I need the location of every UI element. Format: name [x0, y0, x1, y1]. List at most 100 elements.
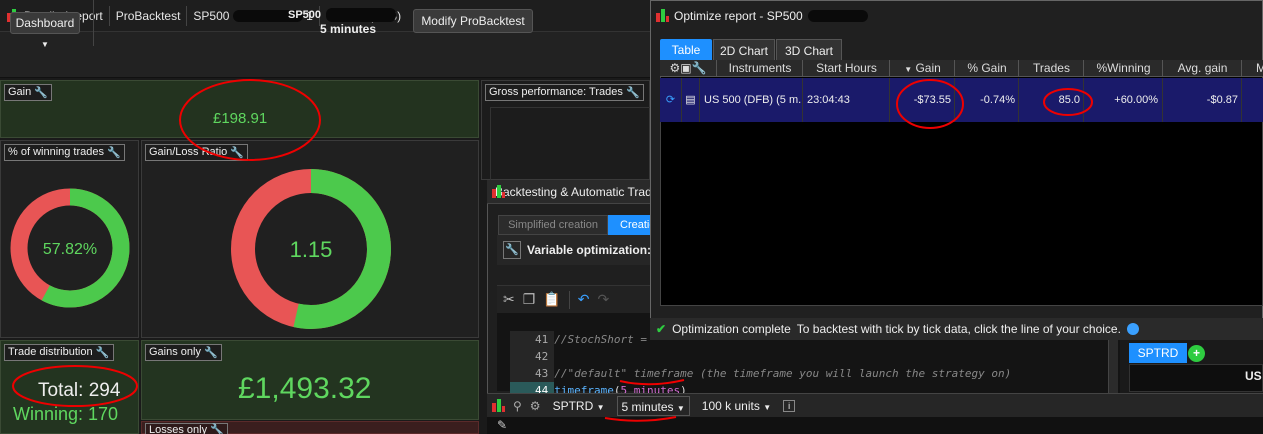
dashboard-label: Dashboard [15, 16, 75, 30]
sptrd-list-tab[interactable]: SPTRD [1129, 343, 1187, 363]
code-line[interactable]: 45 [497, 382, 1097, 392]
chat-bubble-icon[interactable] [1126, 323, 1139, 335]
editor-scrollbar[interactable] [1108, 340, 1118, 393]
status-hint: To backtest with tick by tick data, clic… [796, 322, 1121, 336]
optimize-title: Optimize report - SP500 [674, 9, 803, 23]
cell-gain: -$73.55 [891, 78, 955, 122]
cell-trades: 85.0 [1020, 78, 1084, 122]
gross-label: Gross performance: Trades [489, 86, 623, 98]
export-icon[interactable]: ▣ [680, 61, 691, 75]
col-gain[interactable]: ▼ Gain [891, 60, 955, 77]
col-pct-winning[interactable]: %Winning [1085, 60, 1163, 77]
pencil-icon[interactable]: ✎ [497, 418, 507, 432]
code-line[interactable]: 43//"default" timeframe (the timeframe y… [497, 348, 1097, 382]
losses-only-panel: Losses only 🔧 [141, 421, 479, 434]
settings-icon[interactable]: ⚙ [530, 399, 541, 413]
paste-icon[interactable]: 📋 [543, 291, 560, 308]
timeframe-selector[interactable]: 5 minutes ▼ [616, 395, 690, 416]
run-backtest-icon[interactable]: ⟳ [660, 78, 682, 122]
gain-panel-tag: Gain 🔧 [4, 84, 53, 101]
variable-optimization-label: Variable optimization: [527, 243, 652, 257]
redaction-mark [807, 10, 868, 22]
instrument-text: SPTRD [552, 398, 594, 413]
gains-only-label: Gains only [149, 346, 201, 358]
caret-down-icon: ▼ [41, 40, 49, 49]
distribution-panel-tag: Trade distribution 🔧 [4, 344, 114, 361]
col-pct-gain[interactable]: % Gain [956, 60, 1019, 77]
info-icon[interactable]: i [783, 399, 796, 412]
settings-icon[interactable]: ⚙ [669, 61, 680, 75]
distribution-total: Total: 294 [38, 380, 121, 401]
chart-toolbar: ⚲ ⚙ SPTRD ▼ 5 minutes ▼ 100 k units ▼ i [487, 393, 1263, 417]
prorealtime-logo-icon [491, 398, 505, 413]
checkmark-icon: ✔ [656, 322, 667, 336]
add-icon[interactable]: + [1188, 345, 1205, 362]
caret-down-icon: ▼ [763, 402, 772, 412]
wrench-icon[interactable]: 🔧 [503, 241, 521, 259]
modify-probacktest-button[interactable]: Modify ProBacktest [413, 9, 533, 33]
cell-pct-gain: -0.74% [956, 78, 1019, 122]
header-symbol: SP500 [288, 8, 397, 22]
gains-panel-tag: Gains only 🔧 [145, 344, 222, 361]
optimize-titlebar: Optimize report - SP500 [650, 2, 1263, 30]
wrench-icon[interactable]: 🔧 [626, 86, 640, 100]
gain-value: £198.91 [213, 110, 268, 127]
tab-symbol-text: SP500 [193, 8, 230, 23]
variable-optimization[interactable]: 🔧 Variable optimization: [497, 235, 652, 265]
wrench-icon[interactable]: 🔧 [34, 86, 48, 100]
col-instruments[interactable]: Instruments [718, 60, 803, 77]
watchlist [1129, 364, 1263, 392]
gross-performance-chart [490, 107, 650, 182]
tab-2d-chart[interactable]: 2D Chart [713, 39, 775, 61]
cut-icon[interactable]: ✂ [503, 291, 515, 308]
tab-probacktest[interactable]: ProBacktest [110, 5, 188, 26]
copy-icon[interactable]: ❐ [523, 291, 536, 308]
header-divider [93, 0, 94, 46]
caret-down-icon: ▼ [676, 403, 685, 413]
undo-icon[interactable]: ↶ [578, 291, 590, 308]
tab-simplified-creation[interactable]: Simplified creation [498, 215, 608, 235]
status-text: Optimization complete [672, 322, 791, 336]
wrench-icon[interactable]: 🔧 [210, 424, 224, 434]
col-more[interactable]: M [1243, 60, 1263, 77]
wrench-icon[interactable]: 🔧 [96, 346, 110, 360]
col-gain-label: Gain [915, 61, 941, 75]
units-selector[interactable]: 100 k units ▼ [698, 396, 775, 416]
col-start-hours[interactable]: Start Hours [804, 60, 890, 77]
dashboard-dropdown[interactable]: Dashboard ▼ [10, 12, 80, 49]
instrument-selector[interactable]: SPTRD ▼ [549, 396, 609, 416]
toolbar-divider [568, 290, 570, 309]
tab-table[interactable]: Table [660, 39, 712, 61]
cell-start-hours: 23:04:43 [804, 78, 890, 122]
save-icon[interactable]: ▤ [682, 78, 700, 122]
gain-panel: Gain 🔧 [0, 80, 479, 138]
chart-area: ✎ [487, 417, 1263, 434]
cell-avg-gain: -$0.87 [1164, 78, 1242, 122]
prorealtime-logo-icon [655, 9, 669, 23]
winning-value: 57.82% [43, 241, 97, 258]
distribution-label: Trade distribution [8, 346, 93, 358]
gain-loss-ratio-panel: Gain/Loss Ratio 🔧 1.15 [141, 140, 479, 338]
timeframe-text: 5 minutes [621, 399, 674, 414]
wrench-icon[interactable]: 🔧 [204, 346, 218, 360]
redo-icon[interactable]: ↷ [597, 291, 609, 308]
tab-3d-chart[interactable]: 3D Chart [776, 39, 842, 61]
backtesting-title: Backtesting & Automatic Trading [495, 184, 652, 199]
ratio-donut: 1.15 [231, 169, 391, 329]
col-trades[interactable]: Trades [1020, 60, 1084, 77]
losses-only-label: Losses only [149, 424, 208, 434]
header-timeframe: 5 minutes [320, 22, 377, 36]
gains-only-value: £1,493.32 [238, 372, 372, 405]
gross-panel-tag: Gross performance: Trades 🔧 [485, 84, 644, 101]
link-icon[interactable]: ⚲ [513, 399, 522, 413]
winning-donut: 57.82% [10, 188, 130, 308]
ratio-value: 1.15 [290, 237, 333, 262]
header-symbol-text: SP500 [288, 8, 322, 21]
wrench-icon[interactable]: 🔧 [692, 61, 707, 75]
code-line[interactable]: 44 timeframe(5 minutes) [497, 365, 1097, 399]
col-avg-gain[interactable]: Avg. gain [1164, 60, 1242, 77]
gain-label: Gain [8, 86, 32, 98]
tab-creation[interactable]: Creation [608, 215, 652, 235]
watchlist-row[interactable]: US [1245, 369, 1262, 383]
distribution-winning: Winning: 170 [13, 404, 119, 424]
